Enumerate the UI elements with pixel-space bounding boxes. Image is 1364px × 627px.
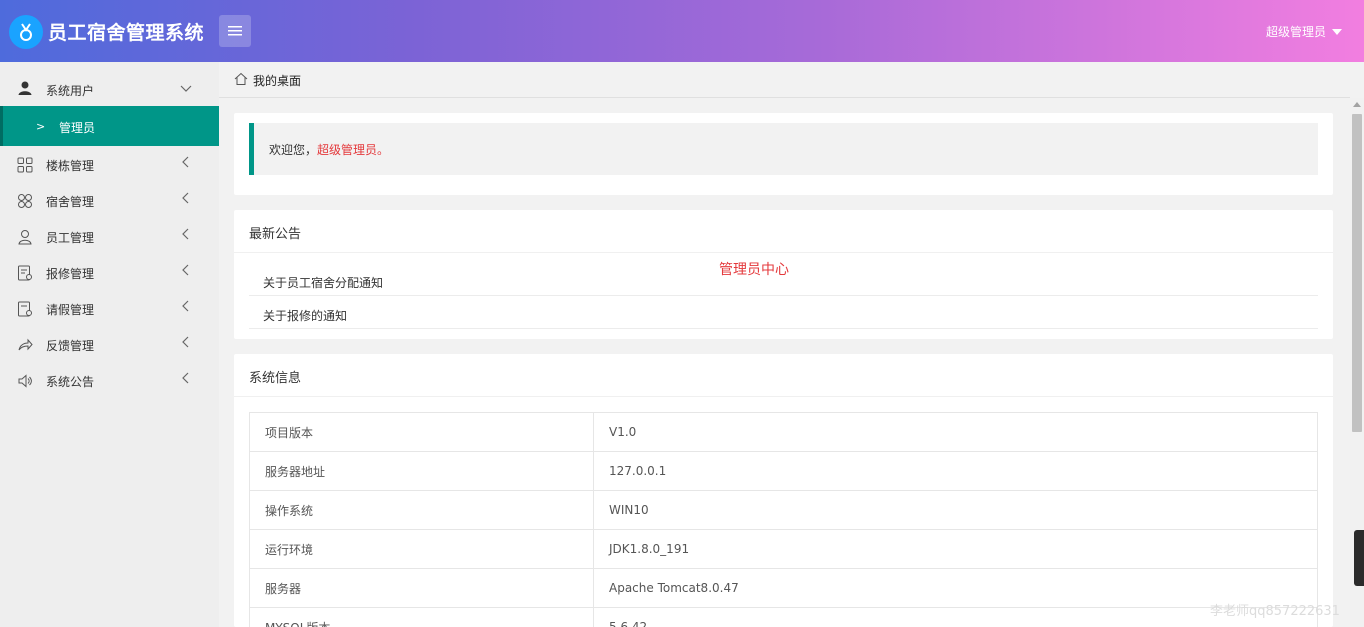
sidebar-item-staff[interactable]: 员工管理 [0, 218, 219, 254]
table-cell-value: Apache Tomcat8.0.47 [593, 568, 1318, 608]
notice-item-title[interactable]: 关于员工宿舍分配通知 [263, 274, 383, 291]
chevron-left-icon [182, 228, 189, 240]
share-icon [18, 338, 33, 351]
sidebar-item-label: 管理员 [59, 121, 96, 135]
logo-icon [9, 15, 43, 49]
side-widget-tab[interactable] [1354, 530, 1364, 586]
table-row: MYSQL版本 5.6.42 [249, 607, 1318, 627]
hamburger-icon [228, 26, 242, 36]
report-icon [18, 265, 32, 281]
sidebar-item-label: 员工管理 [46, 231, 95, 245]
chevron-right-icon: > [36, 120, 46, 133]
table-row: 服务器地址 127.0.0.1 [249, 451, 1318, 491]
leave-icon [18, 301, 32, 317]
home-icon [234, 72, 248, 85]
sidebar-item-feedback[interactable]: 反馈管理 [0, 326, 219, 362]
table-cell-value: 5.6.42 [593, 607, 1318, 627]
table-row: 操作系统 WIN10 [249, 490, 1318, 530]
welcome-prefix: 欢迎您， [269, 143, 318, 157]
sidebar-item-label: 楼栋管理 [46, 159, 95, 173]
table-cell-key: MYSQL版本 [249, 607, 594, 627]
speaker-icon [18, 374, 32, 388]
system-info-title: 系统信息 [249, 371, 302, 386]
sidebar-item-building[interactable]: 楼栋管理 [0, 146, 219, 182]
welcome-text: 欢迎您，超级管理员。 [269, 141, 389, 158]
sidebar-item-admin[interactable]: > 管理员 [0, 106, 219, 146]
sidebar-item-label: 系统公告 [46, 375, 95, 389]
table-cell-value: V1.0 [593, 412, 1318, 452]
chevron-left-icon [182, 156, 189, 168]
sidebar-item-announcement[interactable]: 系统公告 [0, 362, 219, 398]
menu-toggle-button[interactable] [219, 15, 251, 47]
system-info-table: 项目版本 V1.0 服务器地址 127.0.0.1 操作系统 WIN10 运行环… [249, 412, 1318, 627]
table-cell-key: 服务器 [249, 568, 594, 608]
grid-icon [17, 157, 33, 173]
sidebar-item-dorm[interactable]: 宿舍管理 [0, 182, 219, 218]
table-cell-value: 127.0.0.1 [593, 451, 1318, 491]
watermark: 李老师qq857222631 [1210, 604, 1340, 619]
person-icon [18, 230, 32, 245]
system-info-card: 系统信息 项目版本 V1.0 服务器地址 127.0.0.1 操作系统 WIN1… [234, 354, 1333, 627]
welcome-card: 欢迎您，超级管理员。 [234, 113, 1333, 195]
table-row: 服务器 Apache Tomcat8.0.47 [249, 568, 1318, 608]
scrollbar-thumb[interactable] [1352, 114, 1362, 432]
sidebar-item-label: 宿舍管理 [46, 195, 95, 209]
top-header: 员工宿舍管理系统 超级管理员 [0, 0, 1364, 62]
notice-item-title[interactable]: 关于报修的通知 [263, 307, 347, 324]
table-row: 项目版本 V1.0 [249, 412, 1318, 452]
sidebar-item-label: 请假管理 [46, 303, 95, 317]
chevron-left-icon [182, 300, 189, 312]
notices-title: 最新公告 [249, 227, 302, 242]
chevron-left-icon [182, 264, 189, 276]
caret-down-icon [1332, 28, 1342, 35]
app-title: 员工宿舍管理系统 [48, 22, 205, 44]
sidebar-item-label: 反馈管理 [46, 339, 95, 353]
divider [234, 252, 1333, 253]
clover-icon [18, 194, 32, 208]
table-cell-key: 操作系统 [249, 490, 594, 530]
admin-center-label: 管理员中心 [719, 262, 789, 278]
table-row: 运行环境 JDK1.8.0_191 [249, 529, 1318, 569]
table-cell-key: 运行环境 [249, 529, 594, 569]
table-cell-value: JDK1.8.0_191 [593, 529, 1318, 569]
user-icon [18, 81, 32, 95]
sidebar-item-label: 报修管理 [46, 267, 95, 281]
breadcrumb: 我的桌面 [219, 62, 1350, 98]
sidebar: 系统用户 > 管理员 楼栋管理 宿舍管理 员工管理 报修管理 请假管理 反馈管理… [0, 62, 219, 627]
chevron-left-icon [182, 372, 189, 384]
sidebar-item-repair[interactable]: 报修管理 [0, 254, 219, 290]
sidebar-item-leave[interactable]: 请假管理 [0, 290, 219, 326]
notice-item[interactable]: 关于报修的通知 [249, 296, 1318, 329]
table-cell-value: WIN10 [593, 490, 1318, 530]
user-menu[interactable]: 超级管理员 [1266, 23, 1342, 40]
welcome-user-name: 超级管理员。 [317, 143, 390, 157]
breadcrumb-label[interactable]: 我的桌面 [253, 72, 301, 89]
chevron-left-icon [182, 192, 189, 204]
chevron-down-icon [180, 85, 192, 92]
scroll-up-arrow-icon[interactable] [1353, 102, 1361, 107]
user-menu-label: 超级管理员 [1265, 25, 1326, 39]
chevron-left-icon [182, 336, 189, 348]
divider [234, 396, 1333, 397]
sidebar-item-label: 系统用户 [46, 84, 95, 98]
sidebar-item-system-users[interactable]: 系统用户 [0, 62, 219, 106]
welcome-box: 欢迎您，超级管理员。 [249, 123, 1318, 175]
table-cell-key: 服务器地址 [249, 451, 594, 491]
table-cell-key: 项目版本 [249, 412, 594, 452]
